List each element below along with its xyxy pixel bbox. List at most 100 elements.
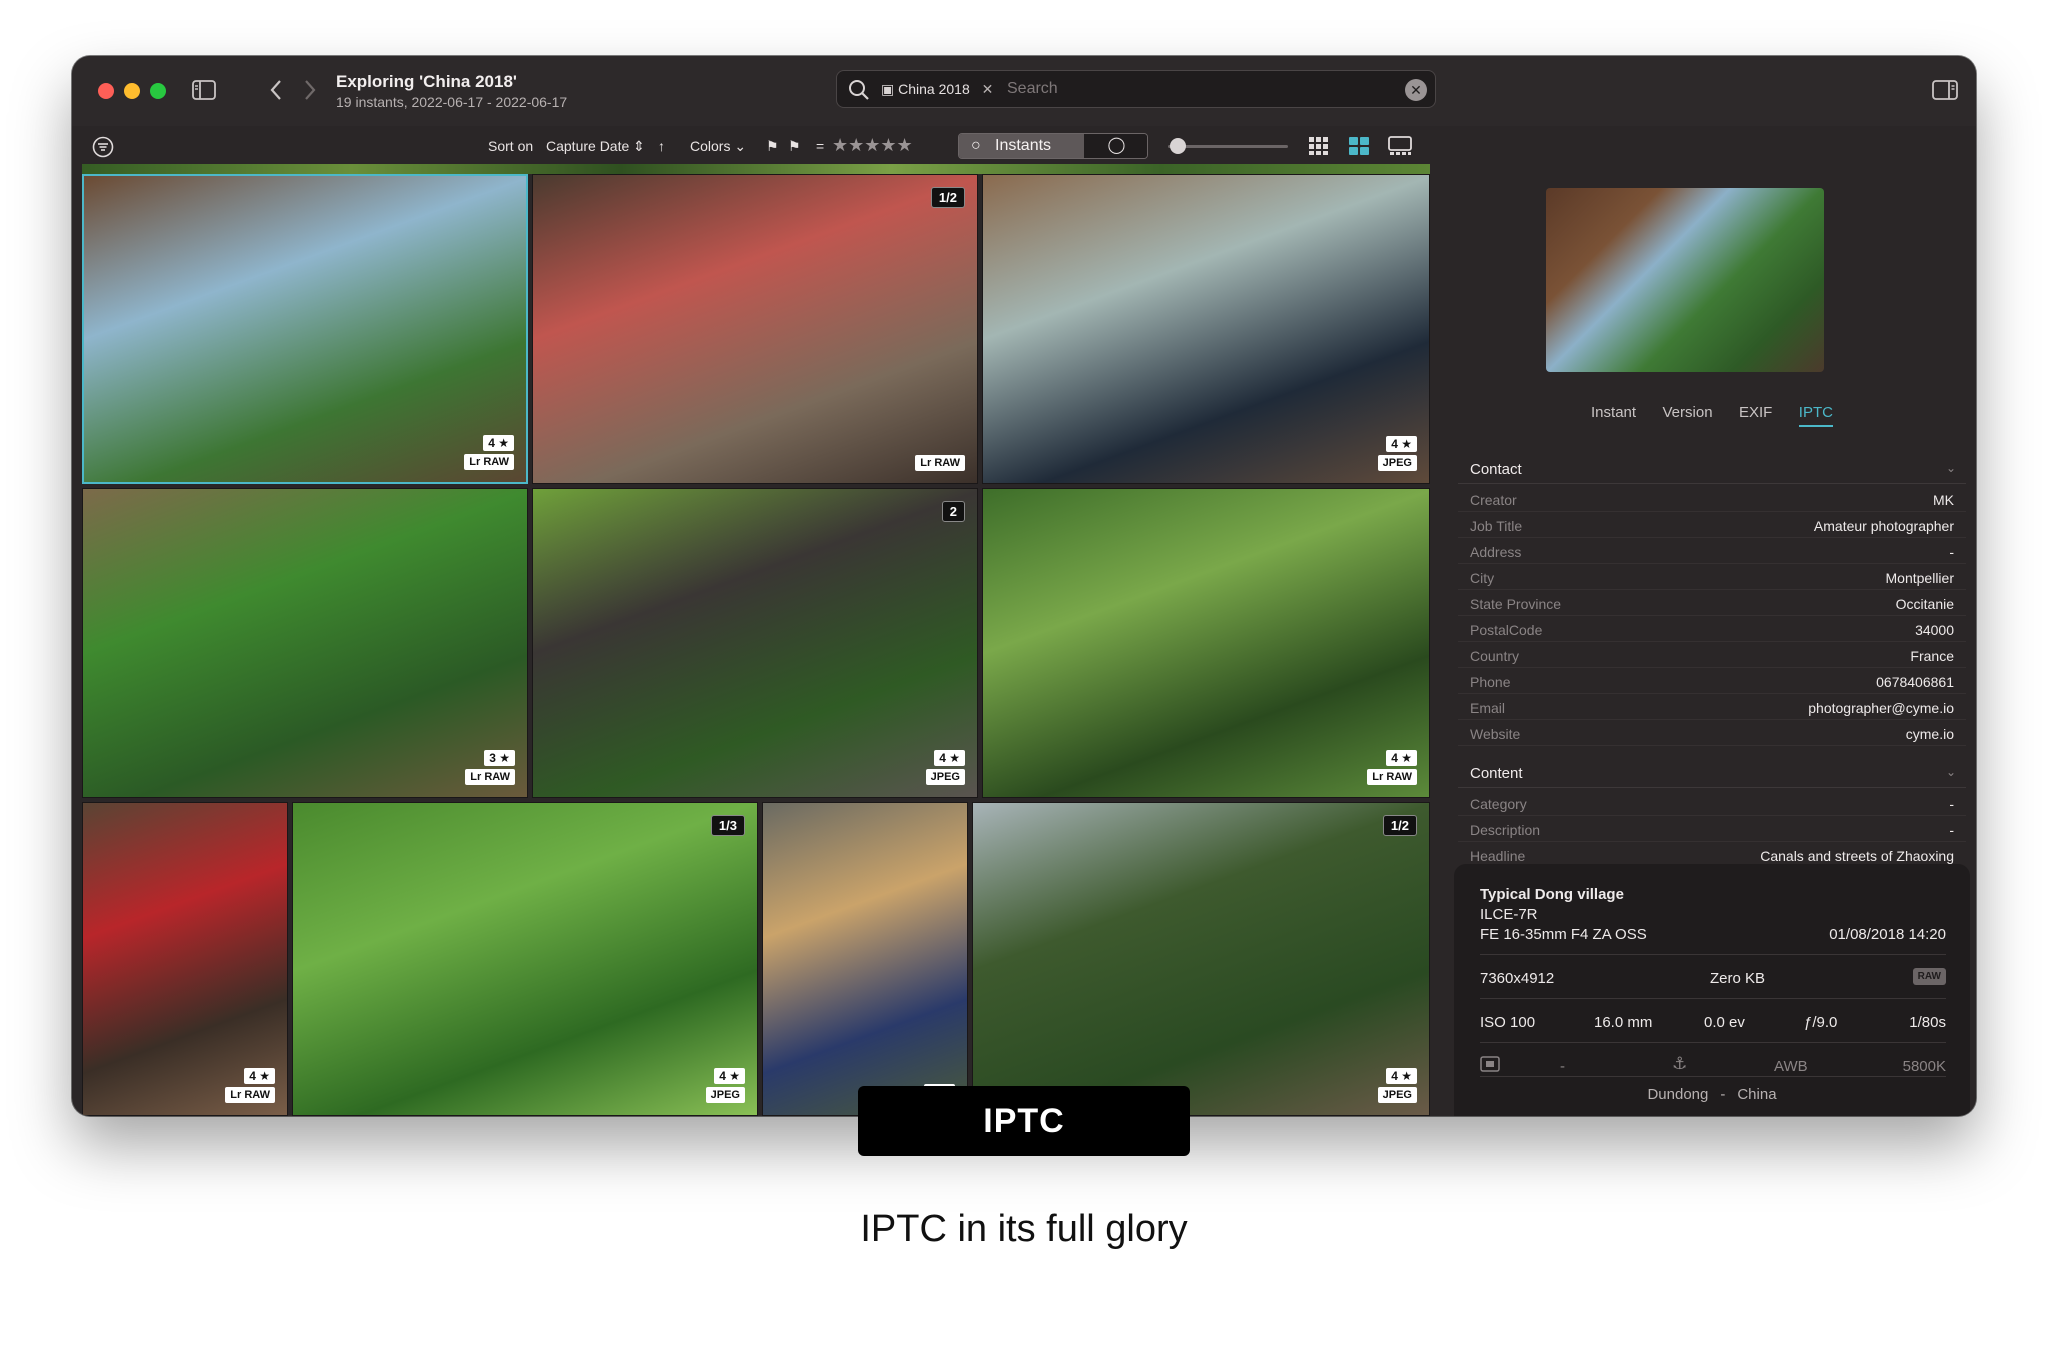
field-key: Creator [1470,492,1517,508]
title-bar: Exploring 'China 2018' 19 instants, 2022… [72,56,1976,126]
field-value[interactable]: cyme.io [1906,726,1954,742]
search-input[interactable]: Search [1007,80,1058,98]
album-title: Exploring 'China 2018' [336,72,517,91]
app-window: Exploring 'China 2018' 19 instants, 2022… [72,56,1976,1116]
view-mode-segment[interactable]: ○ Instants ◯ [958,133,1148,159]
rating-filter-stars[interactable]: ★★★★★ [832,135,913,156]
slider-knob[interactable] [1170,138,1186,154]
aperture: ƒ/9.0 [1804,1014,1838,1031]
tab-exif[interactable]: EXIF [1739,404,1772,425]
instants-segment[interactable]: ○ Instants [959,134,1084,158]
iptc-field-row[interactable]: Job Title Amateur photographer [1458,512,1966,538]
field-value[interactable]: MK [1933,492,1954,508]
format-badge: Lr RAW [1367,769,1417,785]
iptc-field-row[interactable]: Category - [1458,790,1966,816]
divider [1480,954,1946,955]
iptc-field-row[interactable]: PostalCode 34000 [1458,616,1966,642]
window-title: Exploring 'China 2018' 19 instants, 2022… [336,72,567,110]
tile-badges: 4 ★ JPEG [925,749,965,785]
iptc-field-row[interactable]: Description - [1458,816,1966,842]
sidebar-toggle-icon[interactable] [192,80,216,104]
search-bar[interactable]: ▣ China 2018 ✕ Search ✕ [836,70,1436,108]
feature-label: IPTC [858,1086,1190,1156]
thumbnail-size-slider[interactable] [1168,145,1288,148]
rating-badge: 4 ★ [1386,436,1417,452]
flag-icon[interactable]: ⚑ [766,138,779,155]
forward-arrow-icon[interactable] [302,78,318,106]
format-badge: Lr RAW [465,769,515,785]
photo-tile[interactable]: 4 ★ [762,802,968,1116]
photo-tile[interactable]: 4 ★ Lr RAW [982,488,1430,798]
field-key: Category [1470,796,1527,812]
tab-version[interactable]: Version [1663,404,1713,425]
remove-token-icon[interactable]: ✕ [982,81,994,97]
field-value[interactable]: 34000 [1915,622,1954,638]
iptc-field-row[interactable]: City Montpellier [1458,564,1966,590]
caption: IPTC in its full glory [860,1208,1188,1250]
reject-flag-icon[interactable]: ⚑ [788,138,801,155]
field-value[interactable]: France [1910,648,1954,664]
iptc-field-row[interactable]: Email photographer@cyme.io [1458,694,1966,720]
minimize-window-button[interactable] [124,83,140,99]
album-icon: ▣ [881,81,899,97]
tab-instant[interactable]: Instant [1591,404,1636,425]
field-value[interactable]: Montpellier [1886,570,1954,586]
focal-length: 16.0 mm [1594,1014,1653,1031]
filter-icon[interactable] [92,136,114,163]
format-badge: Lr RAW [464,454,514,470]
field-value[interactable]: - [1949,544,1954,560]
photo-tile[interactable]: 3 ★ Lr RAW [82,488,528,798]
contact-section-title: Contact [1470,461,1522,478]
rating-operator[interactable]: = [816,138,824,154]
tab-iptc[interactable]: IPTC [1798,404,1833,427]
format-badge: JPEG [925,769,965,785]
updown-chevron-icon: ⇕ [633,138,645,154]
content-section-header[interactable]: Content ⌄ [1458,760,1966,788]
photo-tile[interactable]: 4 ★ Lr RAW [82,174,528,484]
single-view-icon[interactable] [1388,136,1412,161]
field-key: PostalCode [1470,622,1543,638]
sort-direction-icon[interactable]: ↑ [658,138,665,154]
iptc-field-row[interactable]: Country France [1458,642,1966,668]
field-value[interactable]: photographer@cyme.io [1808,700,1954,716]
iptc-field-row[interactable]: Website cyme.io [1458,720,1966,746]
field-value[interactable]: Occitanie [1896,596,1954,612]
version-count-badge: 1/2 [930,187,965,208]
field-value[interactable]: Amateur photographer [1814,518,1954,534]
iptc-field-row[interactable]: State Province Occitanie [1458,590,1966,616]
grid-view-icon[interactable] [1308,136,1330,161]
album-subtitle: 19 instants, 2022-06-17 - 2022-06-17 [336,94,568,110]
photo-preview[interactable] [1546,188,1824,372]
search-token[interactable]: ▣ China 2018 ✕ [881,81,993,98]
sort-label: Sort on [488,138,534,154]
field-value[interactable]: Canals and streets of Zhaoxing [1760,848,1954,864]
capture-date: 01/08/2018 14:20 [1829,926,1946,943]
iptc-field-row[interactable]: Phone 0678406861 [1458,668,1966,694]
photo-tile[interactable]: 4 ★ JPEG [982,174,1430,484]
photo-tile[interactable]: 4 ★ Lr RAW [82,802,288,1116]
photo-tile[interactable]: 1/3 4 ★ JPEG [292,802,758,1116]
clear-search-icon[interactable]: ✕ [1405,79,1427,101]
colors-dropdown[interactable]: Colors ⌄ [690,138,746,155]
photo-tile[interactable]: 2 4 ★ JPEG [532,488,978,798]
photo-tile[interactable]: 1/2 4 ★ JPEG [972,802,1430,1116]
contact-section-header[interactable]: Contact ⌄ [1458,456,1966,484]
zoom-window-button[interactable] [150,83,166,99]
field-value[interactable]: - [1949,822,1954,838]
instants-segment-label: Instants [995,137,1052,154]
inspector-toggle-icon[interactable] [1932,80,1958,104]
stacks-segment[interactable]: ◯ [1084,134,1147,158]
tile-badges: 4 ★ JPEG [1377,435,1417,471]
tile-badges: 3 ★ Lr RAW [465,749,515,785]
photo-tile[interactable]: 1/2 Lr RAW [532,174,978,484]
field-value[interactable]: 0678406861 [1876,674,1954,690]
back-arrow-icon[interactable] [268,78,284,106]
field-value[interactable]: - [1949,796,1954,812]
iptc-field-row[interactable]: Address - [1458,538,1966,564]
sort-dropdown[interactable]: Capture Date ⇕ [546,138,645,155]
iptc-field-row[interactable]: Creator MK [1458,486,1966,512]
rating-badge: 4 ★ [1386,750,1417,766]
field-key: State Province [1470,596,1562,612]
close-window-button[interactable] [98,83,114,99]
mosaic-view-icon[interactable] [1348,136,1370,161]
